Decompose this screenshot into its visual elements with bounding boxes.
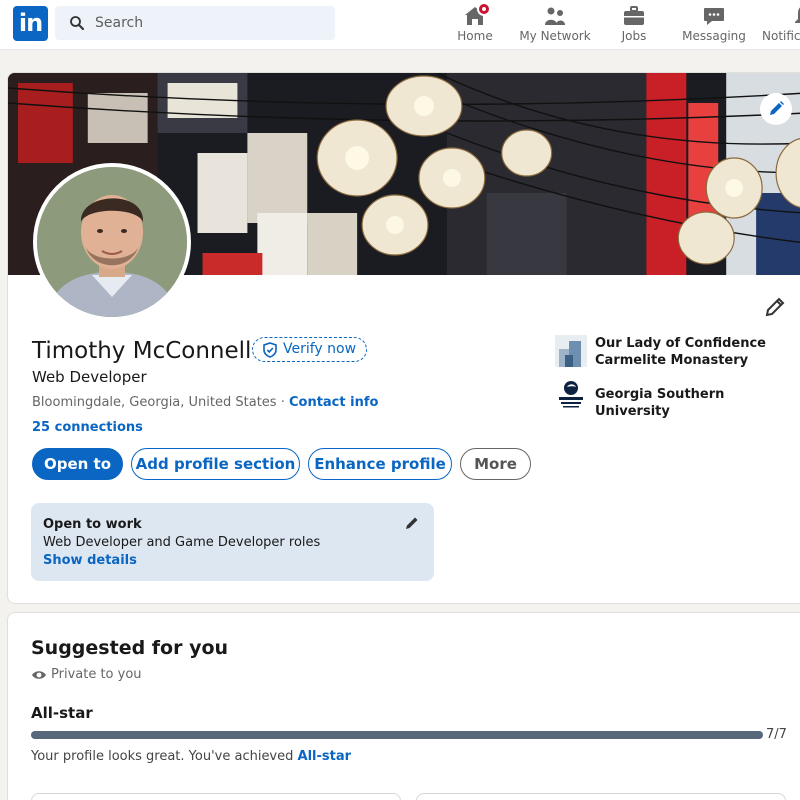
organization-name: Our Lady of Confidence Carmelite Monaste…	[595, 336, 766, 368]
education-name: Georgia Southern University	[595, 387, 725, 419]
enhance-profile-button[interactable]: Enhance profile	[308, 448, 452, 480]
nav-my-network-label: My Network	[519, 29, 591, 43]
allstar-message-text: Your profile looks great. You've achieve…	[31, 749, 298, 764]
nav-my-network[interactable]: My Network	[517, 2, 593, 48]
search-input[interactable]: Search	[95, 15, 143, 31]
avatar[interactable]	[33, 163, 191, 321]
nav-jobs-label: Jobs	[621, 29, 647, 43]
people-icon	[545, 7, 565, 25]
suggestion-card[interactable]	[416, 793, 786, 800]
open-to-work-roles: Web Developer and Game Developer roles	[43, 535, 321, 550]
verify-now-label: Verify now	[283, 341, 357, 357]
nav-notifications[interactable]: Notifica	[760, 2, 800, 48]
briefcase-icon	[624, 6, 644, 25]
nav-notifications-label: Notifica	[762, 29, 800, 43]
nav-messaging[interactable]: Messaging	[682, 2, 746, 48]
verify-now-button[interactable]: Verify now	[252, 337, 368, 362]
progress-count: 7/7	[766, 727, 787, 742]
profile-name: Timothy McConnell	[32, 338, 252, 364]
privacy-note: Private to you	[31, 667, 142, 682]
chat-icon	[704, 8, 724, 25]
nav-messaging-label: Messaging	[682, 29, 746, 43]
edit-banner-button[interactable]	[760, 93, 792, 125]
contact-info-link[interactable]: Contact info	[289, 395, 378, 410]
privacy-label: Private to you	[51, 667, 142, 682]
shield-check-icon	[263, 342, 277, 358]
nav-home[interactable]: Home	[445, 2, 505, 48]
notification-badge	[477, 2, 491, 16]
profile-location: Bloomingdale, Georgia, United States	[32, 395, 277, 410]
search-icon	[70, 16, 85, 31]
pencil-icon	[770, 101, 784, 115]
eye-icon	[32, 671, 46, 679]
show-details-link[interactable]: Show details	[43, 553, 137, 568]
bell-icon	[795, 7, 800, 23]
allstar-message: Your profile looks great. You've achieve…	[31, 749, 351, 764]
profile-location-line: Bloomingdale, Georgia, United States · C…	[32, 395, 378, 410]
open-to-button[interactable]: Open to	[32, 448, 123, 480]
section-title: Suggested for you	[31, 637, 229, 659]
more-button[interactable]: More	[460, 448, 531, 480]
nav-home-label: Home	[457, 29, 493, 43]
monastery-logo	[555, 335, 587, 367]
open-to-work-card[interactable]: Open to work Web Developer and Game Deve…	[31, 503, 434, 581]
suggested-card: Suggested for you Private to you All-sta…	[7, 612, 800, 800]
profile-headline: Web Developer	[32, 368, 147, 386]
suggestion-card[interactable]	[31, 793, 401, 800]
pencil-icon[interactable]	[404, 515, 420, 531]
top-nav: in Search Home My Network Jobs Messaging…	[0, 0, 800, 50]
allstar-link[interactable]: All-star	[298, 749, 352, 764]
profile-card: Timothy McConnell Verify now Web Develop…	[7, 72, 800, 604]
connections-link[interactable]: 25 connections	[32, 420, 143, 435]
university-logo	[555, 378, 587, 410]
profile-photo	[37, 167, 187, 317]
progress-fill	[31, 731, 763, 739]
search-bar[interactable]: Search	[55, 6, 335, 40]
linkedin-logo[interactable]: in	[13, 6, 48, 41]
open-to-work-title: Open to work	[43, 517, 142, 532]
edit-profile-icon[interactable]	[763, 295, 787, 319]
nav-jobs[interactable]: Jobs	[609, 2, 659, 48]
profile-level: All-star	[31, 704, 93, 722]
location-separator: ·	[276, 395, 289, 410]
add-profile-section-button[interactable]: Add profile section	[131, 448, 300, 480]
profile-strength-progress	[31, 731, 763, 739]
